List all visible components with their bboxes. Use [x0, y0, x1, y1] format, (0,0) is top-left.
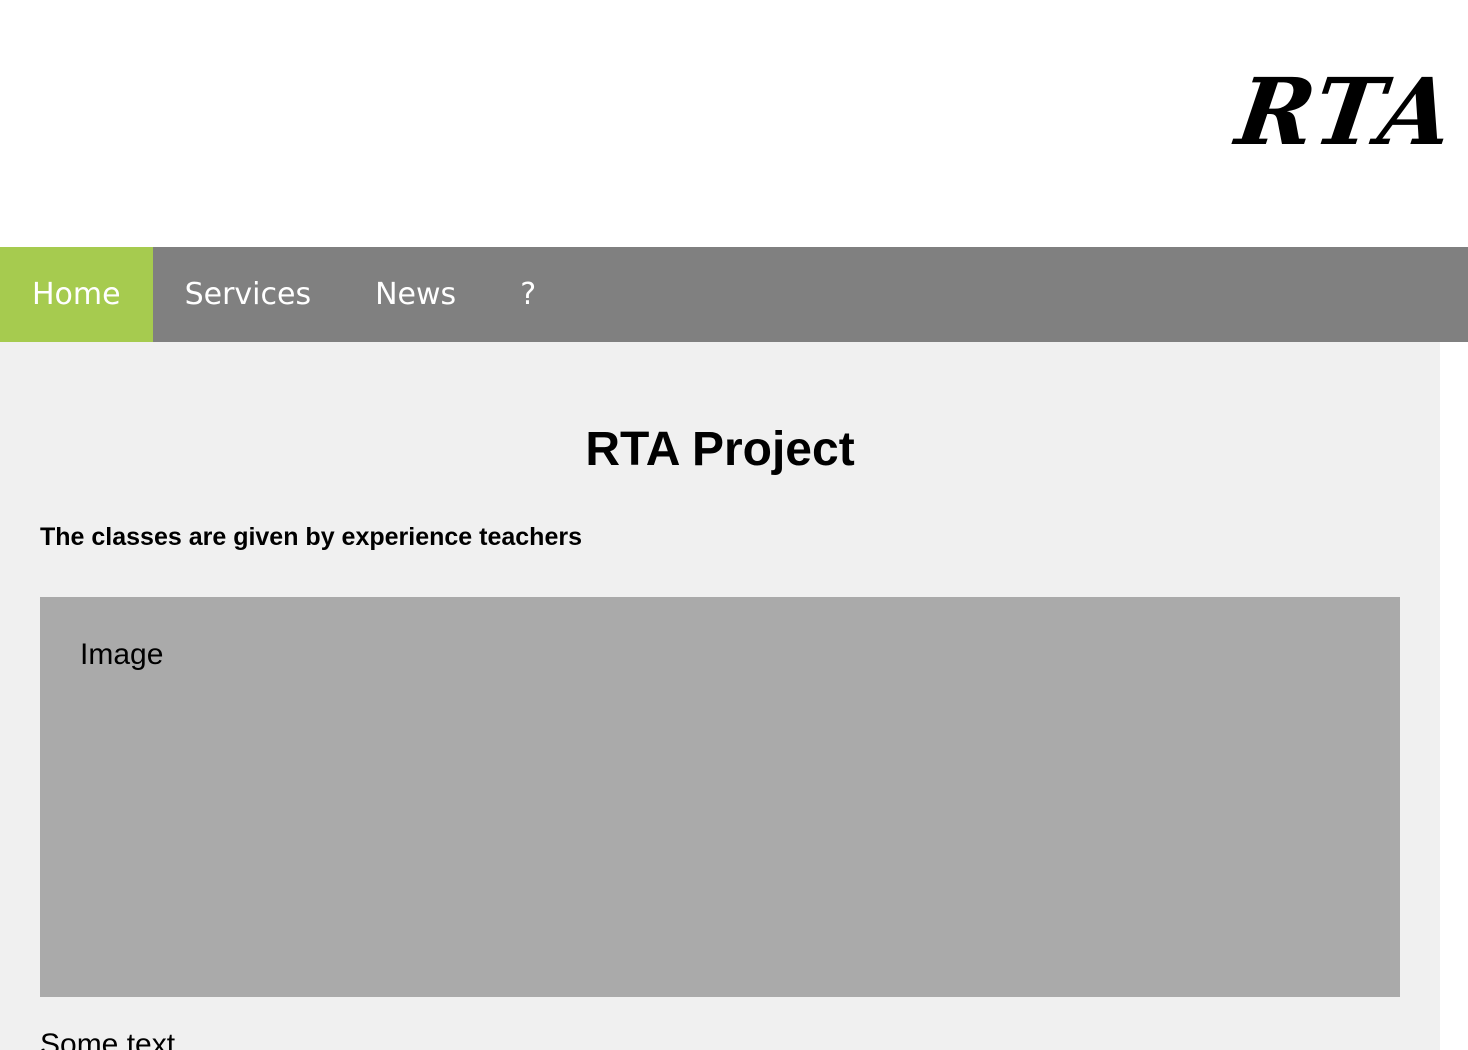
page-subtitle: The classes are given by experience teac…	[40, 523, 582, 551]
body-text: Some text	[40, 1028, 176, 1050]
nav-item-news[interactable]: News	[343, 247, 488, 342]
site-logo[interactable]: RTA Project	[1230, 58, 1468, 166]
site-header: RTA Project	[0, 0, 1468, 247]
nav-item-services[interactable]: Services	[153, 247, 344, 342]
page-title: RTA Project	[585, 423, 855, 476]
nav-item-home[interactable]: Home	[0, 247, 153, 342]
main-nav: Home Services News ?	[0, 247, 1468, 342]
image-placeholder-label: Image	[80, 638, 164, 671]
image-placeholder: Image	[40, 597, 1400, 997]
main-content: RTA Project The classes are given by exp…	[0, 342, 1440, 1050]
nav-item-help[interactable]: ?	[488, 247, 568, 342]
